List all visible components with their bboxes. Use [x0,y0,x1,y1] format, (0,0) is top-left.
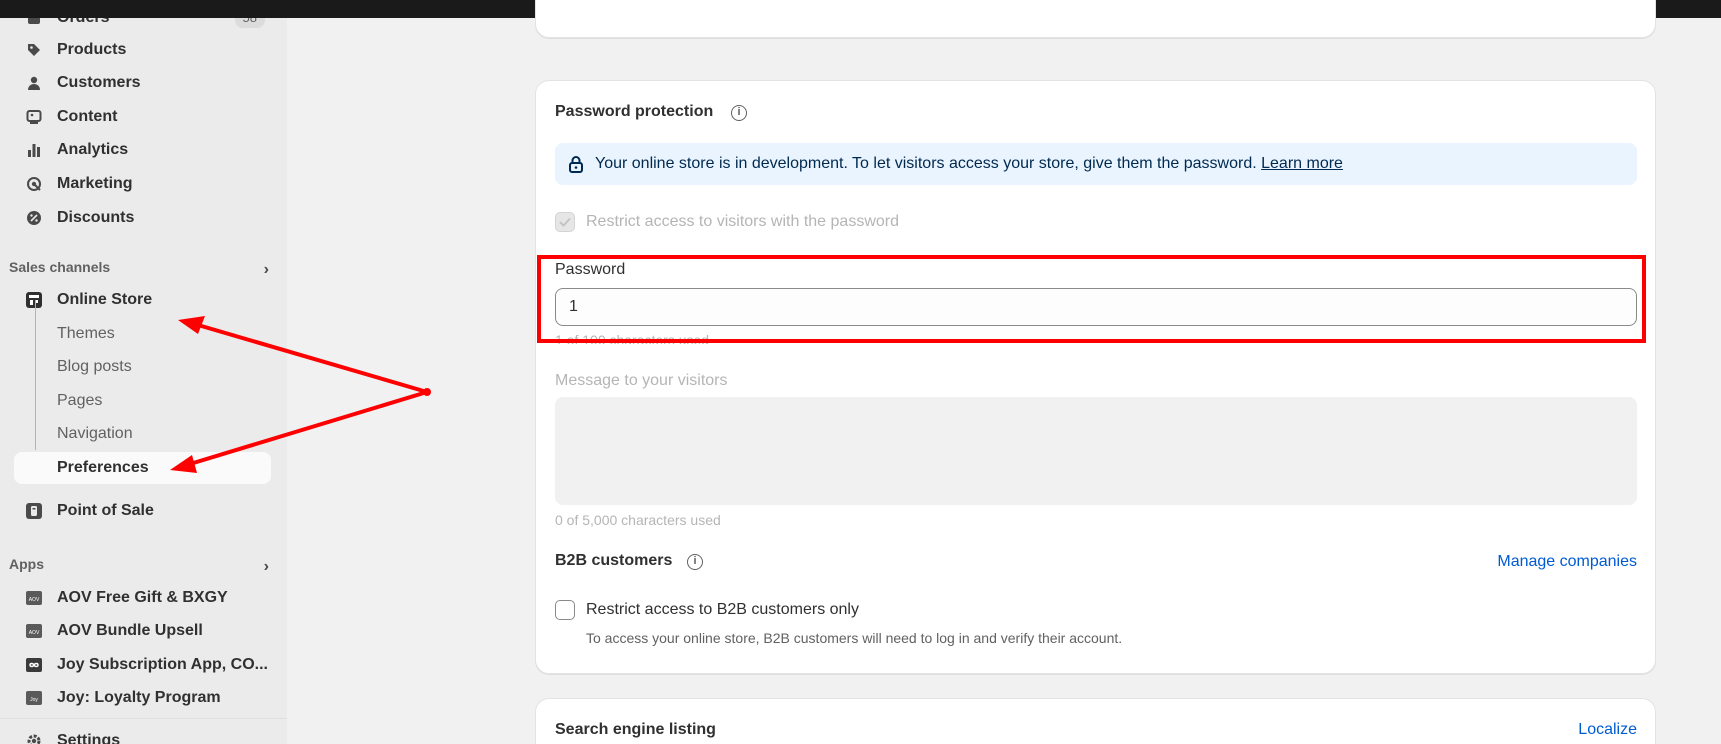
orders-icon [25,18,43,27]
arrow-origin-dot [423,388,431,396]
sidebar-item-settings[interactable]: Settings [14,725,271,744]
search-engine-title: Search engine listing [555,721,716,738]
store-icon [25,291,43,309]
sidebar-item-content[interactable]: Content [14,101,271,133]
password-protection-title: Password protection [555,103,714,120]
info-icon[interactable]: i [687,554,703,570]
sidebar-item-app[interactable]: Joy Subscription App, CO... [14,649,271,681]
sidebar-item-label: Preferences [57,459,149,476]
search-engine-card: Search engine listing Localize [535,698,1656,744]
apps-heading[interactable]: Apps › [9,556,269,578]
sidebar-item-label: Online Store [57,291,153,308]
sidebar-item-label: AOV Free Gift & BXGY [57,589,228,606]
banner-text: Your online store is in development. To … [595,155,1343,173]
password-protection-card: Password protection i Your online store … [535,80,1656,674]
infinity-app-icon [25,656,43,674]
checkmark-icon [559,217,571,227]
orders-count-badge: 58 [234,18,265,28]
sidebar-item-blog-posts[interactable]: Blog posts [14,351,271,383]
apps-label: Apps [9,556,44,572]
sidebar-item-label: Themes [57,325,115,342]
tag-icon [25,41,43,59]
sidebar: Orders 58 Products Customers Content Ana… [0,18,287,744]
sidebar-item-discounts[interactable]: Discounts [14,202,271,234]
sidebar-item-preferences[interactable]: Preferences [14,452,271,484]
manage-companies-link[interactable]: Manage companies [1497,553,1637,571]
sidebar-item-themes[interactable]: Themes [14,318,271,350]
content-icon [25,108,43,126]
b2b-title: B2B customers [555,552,673,569]
discount-icon [25,209,43,227]
sidebar-item-orders[interactable]: Orders 58 [14,18,271,34]
message-label: Message to your visitors [555,372,728,389]
sidebar-item-app[interactable]: AOV AOV Free Gift & BXGY [14,582,271,614]
sidebar-item-label: Discounts [57,209,135,226]
sales-channels-label: Sales channels [9,259,111,275]
sidebar-item-pages[interactable]: Pages [14,385,271,417]
chevron-right-icon: › [263,558,269,575]
sidebar-item-label: Settings [57,732,121,744]
svg-text:Joy: Joy [30,697,38,703]
aov-app-icon: AOV [25,589,43,607]
settings-bar: Settings [0,718,287,744]
sidebar-item-marketing[interactable]: Marketing [14,168,271,200]
restrict-b2b-help: To access your online store, B2B custome… [586,630,1123,646]
sidebar-item-navigation[interactable]: Navigation [14,418,271,450]
sidebar-item-label: Orders [57,18,109,27]
learn-more-link[interactable]: Learn more [1261,155,1343,172]
localize-link[interactable]: Localize [1578,721,1637,739]
aov-app-icon: AOV [25,622,43,640]
previous-card [535,0,1656,38]
sidebar-item-label: Marketing [57,175,133,192]
sidebar-item-label: Navigation [57,425,133,442]
bar-chart-icon [25,141,43,159]
banner-message: Your online store is in development. To … [595,155,1257,172]
sidebar-item-products[interactable]: Products [14,34,271,66]
sidebar-item-label: Joy: Loyalty Program [57,689,221,706]
sales-channels-heading[interactable]: Sales channels › [9,259,269,281]
info-icon[interactable]: i [731,105,747,121]
sidebar-item-analytics[interactable]: Analytics [14,134,271,166]
development-banner: Your online store is in development. To … [555,143,1637,185]
person-icon [25,74,43,92]
restrict-password-checkbox[interactable] [555,212,575,232]
sidebar-item-label: AOV Bundle Upsell [57,622,203,639]
sidebar-item-point-of-sale[interactable]: Point of Sale [14,495,271,527]
sidebar-item-label: Content [57,108,118,125]
sidebar-item-label: Point of Sale [57,502,154,519]
target-icon [25,175,43,193]
restrict-b2b-label: Restrict access to B2B customers only [586,601,859,618]
sidebar-item-label: Analytics [57,141,129,158]
sidebar-item-app[interactable]: AOV AOV Bundle Upsell [14,615,271,647]
restrict-password-label: Restrict access to visitors with the pas… [586,213,899,230]
svg-text:AOV: AOV [29,630,40,636]
sidebar-item-label: Blog posts [57,358,132,375]
chevron-right-icon: › [263,261,269,278]
svg-text:AOV: AOV [29,597,40,603]
password-highlight-box [537,255,1646,343]
gear-icon [25,732,43,744]
sidebar-item-online-store[interactable]: Online Store [14,284,271,316]
sidebar-item-label: Pages [57,392,103,409]
sidebar-item-label: Joy Subscription App, CO... [57,656,268,673]
joy-app-icon: Joy [25,689,43,707]
message-help-text: 0 of 5,000 characters used [555,512,721,528]
sidebar-item-label: Products [57,41,127,58]
lock-icon [567,155,585,178]
message-textarea[interactable] [555,397,1637,505]
sidebar-item-label: Customers [57,74,141,91]
restrict-b2b-checkbox[interactable] [555,600,575,620]
sidebar-item-app[interactable]: Joy Joy: Loyalty Program [14,682,271,714]
pos-icon [25,502,43,520]
sidebar-item-customers[interactable]: Customers [14,67,271,99]
